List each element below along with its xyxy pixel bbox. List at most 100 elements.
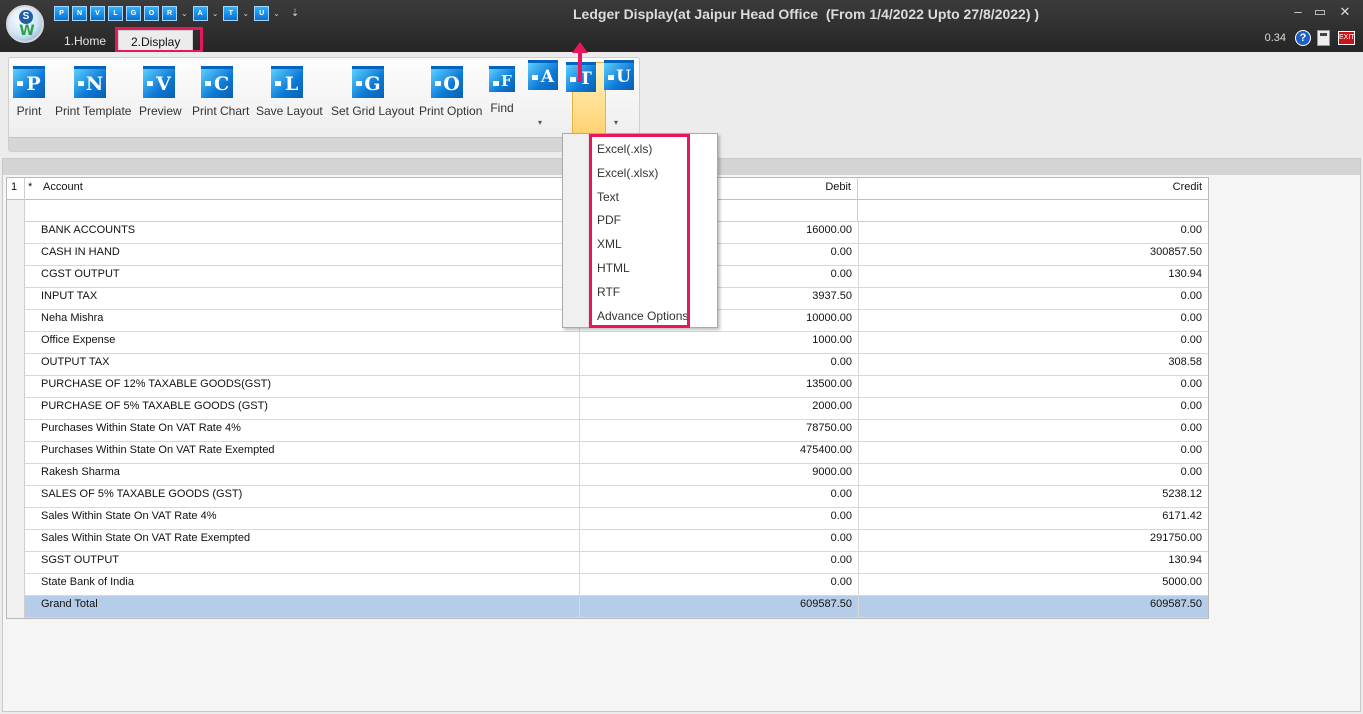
close-button[interactable]: ✕ — [1337, 4, 1353, 20]
account-cell: State Bank of India — [41, 576, 134, 588]
tab-home[interactable]: 1.Home — [52, 30, 118, 52]
table-row[interactable]: Office Expense 1000.00 0.00 — [25, 332, 1208, 354]
a-dropdown-button[interactable]: A — [527, 60, 559, 90]
minimize-button[interactable]: – — [1290, 4, 1306, 19]
account-cell: Sales Within State On VAT Rate Exempted — [41, 532, 251, 544]
table-row[interactable]: Sales Within State On VAT Rate 4% 0.00 617… — [25, 508, 1208, 530]
exit-icon[interactable]: EXIT — [1338, 31, 1355, 45]
credit-filter-input[interactable] — [858, 200, 1208, 222]
chevron-down-icon[interactable]: ▾ — [538, 118, 542, 127]
account-cell: Neha Mishra — [41, 312, 104, 324]
column-header-account[interactable]: Account — [39, 178, 579, 200]
table-row[interactable]: PURCHASE OF 5% TAXABLE GOODS (GST) 2000.0… — [25, 398, 1208, 420]
account-cell: PURCHASE OF 12% TAXABLE GOODS(GST) — [41, 378, 272, 390]
print-label: Print — [16, 104, 42, 118]
account-cell: Office Expense — [41, 334, 116, 346]
print-chart-icon: C — [201, 66, 233, 98]
row-selector-column[interactable] — [7, 200, 25, 618]
account-cell: Sales Within State On VAT Rate 4% — [41, 510, 217, 522]
print-option-label: Print Option — [419, 104, 483, 118]
star-header[interactable]: * — [25, 178, 39, 200]
qat-layout-icon[interactable]: L — [108, 5, 123, 21]
app-logo-icon[interactable]: S W — [6, 5, 44, 43]
debit-cell: 2000.00 — [579, 398, 858, 420]
account-cell: CASH IN HAND — [41, 246, 120, 258]
credit-cell: 0.00 — [858, 376, 1208, 398]
preview-button[interactable]: V Preview — [139, 66, 182, 118]
table-row[interactable]: State Bank of India 0.00 5000.00 — [25, 574, 1208, 596]
grand-total-row[interactable]: Grand Total 609587.50 609587.50 — [25, 596, 1208, 618]
table-row[interactable]: Purchases Within State On VAT Rate 4% 787… — [25, 420, 1208, 442]
row-number-header[interactable]: 1 — [7, 178, 25, 200]
print-button[interactable]: P Print — [13, 66, 45, 118]
credit-cell: 130.94 — [858, 552, 1208, 574]
account-cell: INPUT TAX — [41, 290, 98, 302]
qat-dropdown-icon[interactable]: ⌄ — [212, 9, 219, 18]
credit-cell: 0.00 — [858, 222, 1208, 244]
qat-option-icon[interactable]: O — [144, 5, 159, 21]
qat-preview-icon[interactable]: V — [90, 5, 105, 21]
table-row[interactable]: Rakesh Sharma 9000.00 0.00 — [25, 464, 1208, 486]
export-menu-highlight — [589, 134, 690, 328]
credit-cell: 5000.00 — [858, 574, 1208, 596]
save-layout-icon: L — [271, 66, 303, 98]
credit-cell: 6171.42 — [858, 508, 1208, 530]
print-template-button[interactable]: N Print Template — [55, 66, 131, 118]
save-layout-button[interactable]: L Save Layout — [256, 66, 323, 118]
table-row[interactable]: PURCHASE OF 12% TAXABLE GOODS(GST) 13500.… — [25, 376, 1208, 398]
preview-icon: V — [143, 66, 175, 98]
table-row[interactable]: SALES OF 5% TAXABLE GOODS (GST) 0.00 5238.… — [25, 486, 1208, 508]
qat-a-icon[interactable]: A — [192, 5, 208, 21]
set-grid-layout-label: Set Grid Layout — [331, 104, 415, 118]
qat-print-icon[interactable]: P — [54, 5, 69, 21]
account-cell: Rakesh Sharma — [41, 466, 120, 478]
help-icon[interactable]: ? — [1295, 30, 1311, 46]
u-dropdown-button[interactable]: U — [603, 60, 635, 90]
chevron-down-icon[interactable]: ▾ — [614, 118, 618, 127]
credit-cell: 0.00 — [858, 332, 1208, 354]
account-cell: SALES OF 5% TAXABLE GOODS (GST) — [41, 488, 243, 500]
account-filter-input[interactable] — [25, 200, 579, 222]
account-cell: OUTPUT TAX — [41, 356, 110, 368]
ribbon-group-display: P Print N Print Template V Preview C Pri… — [8, 57, 640, 152]
credit-cell: 0.00 — [858, 420, 1208, 442]
qat-r-icon[interactable]: R — [162, 5, 177, 21]
total-credit-cell: 609587.50 — [858, 596, 1208, 618]
credit-cell: 0.00 — [858, 398, 1208, 420]
ledger-display-window: S W P N V L G O R ⌄ A ⌄ T ⌄ U ⌄ ⇣ Ledger… — [0, 0, 1363, 714]
set-grid-layout-button[interactable]: G Set Grid Layout — [331, 66, 415, 118]
qat-dropdown-icon[interactable]: ⌄ — [181, 9, 188, 18]
account-cell: Purchases Within State On VAT Rate Exemp… — [41, 444, 275, 456]
debit-cell: 0.00 — [579, 508, 858, 530]
qat-dropdown-icon[interactable]: ⌄ — [273, 9, 280, 18]
account-cell: Purchases Within State On VAT Rate 4% — [41, 422, 241, 434]
total-debit-cell: 609587.50 — [579, 596, 858, 618]
debit-cell: 0.00 — [579, 574, 858, 596]
credit-cell: 0.00 — [858, 464, 1208, 486]
credit-cell: 0.00 — [858, 442, 1208, 464]
table-row[interactable]: SGST OUTPUT 0.00 130.94 — [25, 552, 1208, 574]
qat-u-icon[interactable]: U — [254, 5, 270, 21]
calculator-icon[interactable] — [1317, 30, 1330, 46]
maximize-button[interactable]: ▭ — [1312, 4, 1328, 20]
menu-icon-gutter — [563, 134, 589, 327]
qat-template-icon[interactable]: N — [72, 5, 87, 21]
print-chart-button[interactable]: C Print Chart — [192, 66, 249, 118]
table-row[interactable]: OUTPUT TAX 0.00 308.58 — [25, 354, 1208, 376]
debit-cell: 13500.00 — [579, 376, 858, 398]
column-header-credit[interactable]: Credit — [858, 178, 1208, 200]
qat-dropdown-icon[interactable]: ⌄ — [242, 9, 249, 18]
print-option-button[interactable]: O Print Option — [419, 66, 483, 118]
table-row[interactable]: Purchases Within State On VAT Rate Exemp… — [25, 442, 1208, 464]
qat-grid-icon[interactable]: G — [126, 5, 141, 21]
annotation-arrow-icon — [572, 42, 588, 82]
find-button[interactable]: F Find — [487, 66, 517, 115]
debit-cell: 475400.00 — [579, 442, 858, 464]
logo-letter-top: S — [19, 10, 33, 24]
debit-cell: 1000.00 — [579, 332, 858, 354]
print-icon: P — [13, 66, 45, 98]
table-row[interactable]: Sales Within State On VAT Rate Exempted 0… — [25, 530, 1208, 552]
a-icon: A — [528, 60, 558, 90]
qat-t-icon[interactable]: T — [223, 5, 239, 21]
qat-customize-icon[interactable]: ⇣ — [291, 8, 299, 19]
